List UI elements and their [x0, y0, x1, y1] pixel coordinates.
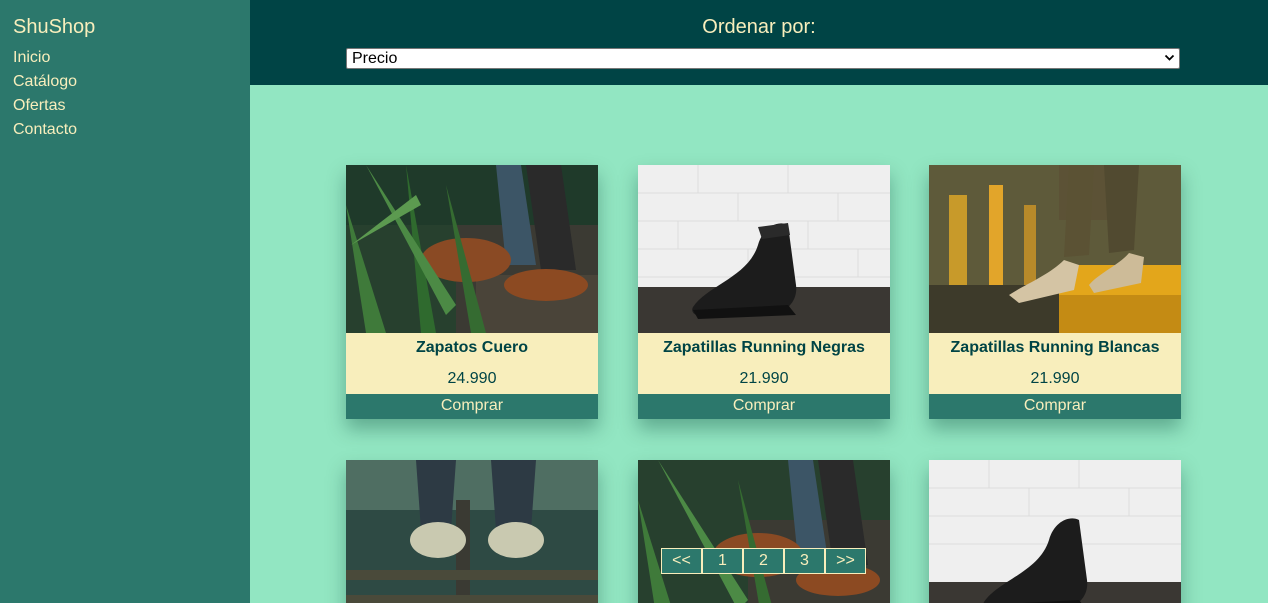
- product-image-canvas-sneakers[interactable]: [346, 460, 598, 603]
- chevron-down-icon: [1164, 54, 1175, 61]
- product-name: Zapatos Cuero: [415, 339, 528, 356]
- sort-select[interactable]: Precio: [346, 48, 1180, 69]
- pagination-page-2[interactable]: 2: [743, 548, 784, 574]
- product-card: Zapatillas Running Negras 21.990 Comprar: [638, 165, 890, 419]
- nav-item-ofertas[interactable]: Ofertas: [13, 94, 237, 118]
- product-card: [346, 460, 598, 603]
- product-image-black-sneakers[interactable]: [638, 165, 890, 333]
- product-card: Zapatillas Running Blancas 21.990 Compra…: [929, 165, 1181, 419]
- buy-button[interactable]: Comprar: [346, 394, 598, 419]
- product-image-leather-shoes-2[interactable]: [638, 460, 890, 603]
- product-name: Zapatillas Running Blancas: [950, 339, 1160, 356]
- sidebar: ShuShop Inicio Catálogo Ofertas Contacto: [0, 0, 250, 603]
- sort-selected-value: Precio: [352, 50, 398, 67]
- product-price: 21.990: [739, 370, 789, 387]
- pagination-prev-button[interactable]: <<: [661, 548, 702, 574]
- buy-button[interactable]: Comprar: [929, 394, 1181, 419]
- product-image-white-sneakers[interactable]: [929, 165, 1181, 333]
- nav-item-inicio[interactable]: Inicio: [13, 46, 237, 70]
- product-card: [929, 460, 1181, 603]
- pagination-page-1[interactable]: 1: [702, 548, 743, 574]
- product-card: [638, 460, 890, 603]
- nav-item-contacto[interactable]: Contacto: [13, 118, 237, 142]
- product-image-leather-shoes[interactable]: [346, 165, 598, 333]
- brand-logo-link[interactable]: ShuShop: [13, 14, 237, 40]
- product-card: Zapatos Cuero 24.990 Comprar: [346, 165, 598, 419]
- sort-header: Ordenar por: Precio: [250, 0, 1268, 85]
- product-price: 24.990: [447, 370, 497, 387]
- buy-button[interactable]: Comprar: [638, 394, 890, 419]
- product-image-black-sneakers-2[interactable]: [929, 460, 1181, 603]
- sort-label: Ordenar por:: [702, 16, 816, 38]
- pagination: << 1 2 3 >>: [661, 548, 866, 574]
- nav-item-catalogo[interactable]: Catálogo: [13, 70, 237, 94]
- product-name: Zapatillas Running Negras: [663, 339, 865, 356]
- product-price: 21.990: [1030, 370, 1080, 387]
- pagination-next-button[interactable]: >>: [825, 548, 866, 574]
- pagination-page-3[interactable]: 3: [784, 548, 825, 574]
